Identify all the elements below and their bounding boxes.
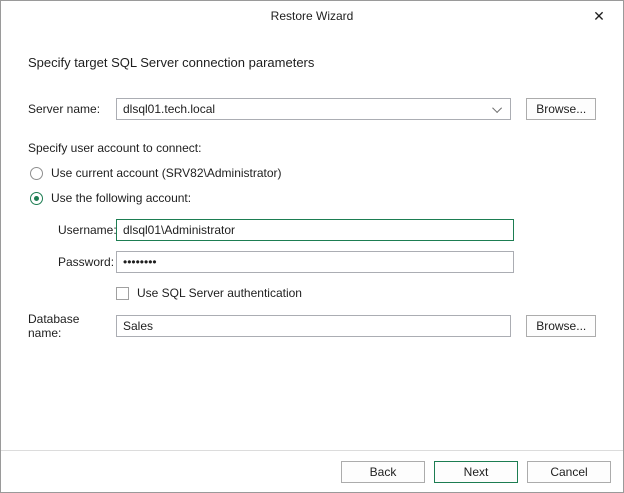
use-current-account-label[interactable]: Use current account (SRV82\Administrator…: [51, 166, 282, 180]
server-name-row: Server name: dlsql01.tech.local Browse..…: [28, 98, 596, 120]
window-title: Restore Wizard: [270, 9, 354, 23]
database-name-label: Database name:: [28, 312, 80, 340]
server-name-label: Server name:: [28, 102, 101, 116]
password-row: Password:: [28, 251, 596, 273]
server-browse-button[interactable]: Browse...: [526, 98, 596, 120]
page-title: Specify target SQL Server connection par…: [28, 55, 315, 70]
sql-auth-option: Use SQL Server authentication: [116, 286, 596, 300]
cancel-button[interactable]: Cancel: [527, 460, 611, 483]
password-label: Password:: [58, 255, 115, 269]
username-input[interactable]: [116, 219, 514, 241]
password-input[interactable]: [116, 251, 514, 273]
use-following-account-radio[interactable]: [30, 191, 43, 205]
use-following-account-option: Use the following account:: [30, 191, 596, 205]
use-following-account-label[interactable]: Use the following account:: [51, 191, 191, 205]
next-button[interactable]: Next: [434, 460, 518, 483]
server-name-combobox[interactable]: dlsql01.tech.local: [116, 98, 512, 120]
close-icon[interactable]: ✕: [583, 1, 615, 31]
username-label: Username:: [58, 223, 117, 237]
footer: Back Next Cancel: [1, 450, 623, 492]
back-button[interactable]: Back: [341, 460, 425, 483]
database-name-input[interactable]: [116, 315, 512, 337]
use-current-account-option: Use current account (SRV82\Administrator…: [30, 166, 596, 180]
sql-auth-label[interactable]: Use SQL Server authentication: [137, 286, 302, 300]
username-row: Username:: [28, 219, 596, 241]
titlebar: Restore Wizard ✕: [1, 1, 623, 31]
database-name-row: Database name: Browse...: [28, 312, 596, 340]
use-current-account-radio[interactable]: [30, 166, 43, 180]
server-name-value: dlsql01.tech.local: [123, 102, 216, 116]
account-section-label: Specify user account to connect:: [28, 141, 202, 155]
wizard-content: Specify target SQL Server connection par…: [1, 55, 623, 340]
restore-wizard-dialog: Restore Wizard ✕ Specify target SQL Serv…: [0, 0, 624, 493]
database-browse-button[interactable]: Browse...: [526, 315, 596, 337]
chevron-down-icon[interactable]: [492, 102, 503, 113]
sql-auth-checkbox[interactable]: [116, 286, 129, 300]
